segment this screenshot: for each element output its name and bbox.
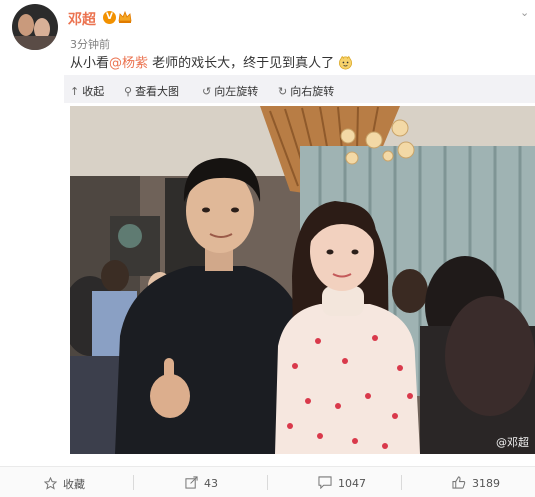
mention-link[interactable]: @杨紫 [109,56,148,71]
crown-icon[interactable] [118,10,132,24]
photo-watermark: @邓超 [496,436,529,449]
repost-button[interactable]: 43 [185,476,218,490]
like-button[interactable]: 3189 [452,476,500,490]
post-text-before: 从小看 [70,56,110,71]
divider [133,475,134,490]
comment-icon [318,476,332,489]
image-toolbar: ↑ 收起 ⚲ 查看大图 ↺ 向左旋转 ↻ 向右旋转 [64,75,535,103]
rotate-right-button[interactable]: ↻ 向右旋转 [278,83,334,99]
avatar[interactable] [12,4,58,50]
post-text: 从小看@杨紫 老师的戏长大，终于见到真人了 [70,52,353,71]
view-large-button[interactable]: ⚲ 查看大图 [124,83,179,99]
author-name[interactable]: 邓超 [68,9,96,29]
smile-emoji-icon [339,55,353,70]
favorite-button[interactable]: 收藏 [44,476,85,492]
thumbs-up-icon [452,476,466,489]
divider [267,475,268,490]
post-photo[interactable]: @邓超 [70,106,535,454]
star-icon [44,477,57,490]
collapse-button[interactable]: ↑ 收起 [70,83,104,99]
verified-badge: V [103,11,116,24]
chevron-down-icon[interactable]: ⌄ [520,6,529,19]
comment-button[interactable]: 1047 [318,476,366,490]
post-text-after: 老师的戏长大，终于见到真人了 [148,56,335,71]
weibo-post-card: 邓超 V 3分钟前 ⌄ 从小看@杨紫 老师的戏长大，终于见到真人了 ↑ 收起 ⚲ 查… [0,0,535,497]
collapse-icon: ↑ [70,85,80,98]
rotate-right-icon: ↻ [278,85,288,98]
search-icon: ⚲ [124,85,133,98]
rotate-left-icon: ↺ [202,85,212,98]
rotate-left-button[interactable]: ↺ 向左旋转 [202,83,258,99]
divider [401,475,402,490]
repost-icon [185,476,198,489]
post-time[interactable]: 3分钟前 [70,36,110,52]
action-bar: 收藏 43 1047 3189 [0,466,535,497]
photo-illustration [70,106,535,454]
